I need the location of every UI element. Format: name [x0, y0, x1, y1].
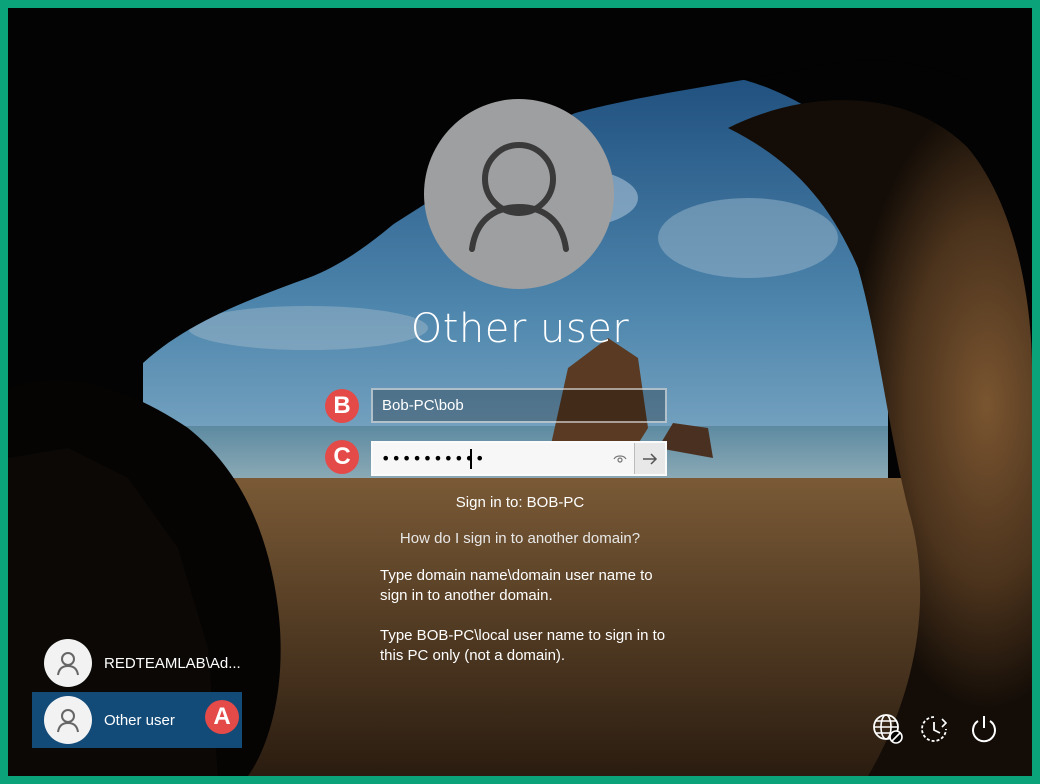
help-text-local: Type BOB-PC\local user name to sign in t… [380, 627, 666, 664]
user-avatar-small [44, 639, 92, 687]
password-field-wrapper [371, 441, 667, 476]
user-tile-label: Other user [104, 711, 175, 729]
help-text-domain: Type domain name\domain user name to sig… [380, 567, 653, 604]
ease-of-access-button[interactable] [916, 711, 952, 747]
user-avatar [424, 99, 614, 289]
network-icon [873, 714, 903, 744]
submit-button[interactable] [634, 443, 665, 474]
user-tile-redteamlab[interactable]: REDTEAMLAB\Ad... [32, 635, 242, 691]
help-link[interactable]: How do I sign in to another domain? [308, 530, 732, 547]
person-icon [57, 652, 79, 676]
reveal-password-icon[interactable] [611, 451, 629, 467]
user-avatar-small [44, 696, 92, 744]
text-caret [470, 449, 472, 469]
person-icon [469, 142, 569, 252]
username-field-wrapper [371, 388, 667, 423]
network-button[interactable] [870, 711, 906, 747]
annotation-marker-a: A [205, 700, 239, 734]
annotation-marker-b: B [325, 389, 359, 423]
power-button[interactable] [966, 711, 1002, 747]
username-input[interactable] [373, 390, 665, 421]
sign-in-target: Sign in to: BOB-PC [455, 494, 585, 511]
power-icon [972, 716, 996, 743]
ease-of-access-icon [921, 716, 948, 742]
password-input[interactable] [373, 443, 634, 474]
arrow-right-icon [643, 452, 658, 465]
person-icon [57, 709, 79, 733]
annotation-marker-c: C [325, 440, 359, 474]
user-tile-label: REDTEAMLAB\Ad... [104, 654, 241, 672]
user-title: Other user [410, 306, 630, 352]
lock-screen: Other user B C Sign in to: BOB-PC How do… [8, 8, 1032, 776]
